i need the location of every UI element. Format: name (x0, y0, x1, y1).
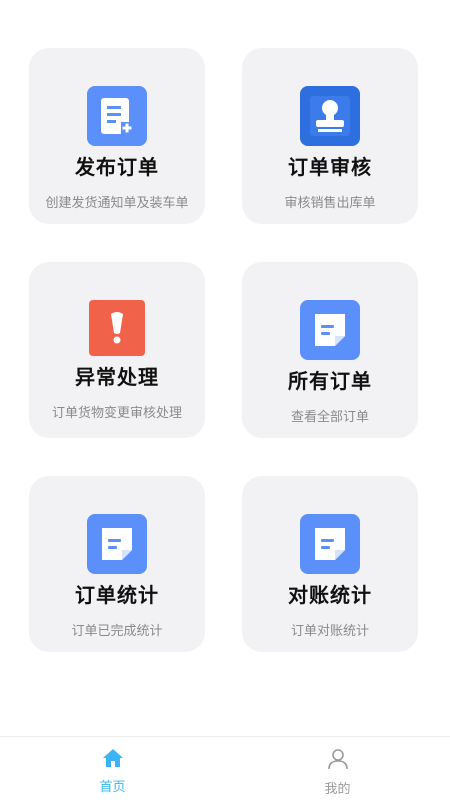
home-icon (102, 748, 124, 772)
home-page: 发布订单 创建发货通知单及装车单 订单审核 审核销售出库单 异常处理 订单货物变… (0, 0, 450, 800)
card-title: 异常处理 (75, 365, 159, 389)
card-title: 订单统计 (75, 583, 159, 607)
note-icon (87, 514, 147, 574)
card-title: 订单审核 (288, 155, 372, 179)
card-reconciliation-statistics[interactable]: 对账统计 订单对账统计 (242, 476, 418, 652)
tab-label: 我的 (324, 782, 351, 797)
note-icon (300, 514, 360, 574)
card-description: 订单对账统计 (290, 624, 369, 639)
exclamation-icon (89, 300, 145, 356)
note-icon (300, 300, 360, 360)
stamp-icon (300, 86, 360, 146)
card-title: 发布订单 (75, 155, 159, 179)
tab-profile[interactable]: 我的 (225, 737, 450, 800)
card-description: 订单已完成统计 (71, 624, 163, 639)
card-publish-order[interactable]: 发布订单 创建发货通知单及装车单 (29, 48, 205, 224)
card-description: 创建发货通知单及装车单 (45, 196, 189, 211)
tab-label: 首页 (99, 780, 126, 795)
card-description: 审核销售出库单 (284, 196, 376, 211)
card-order-review[interactable]: 订单审核 审核销售出库单 (242, 48, 418, 224)
card-description: 查看全部订单 (290, 410, 369, 425)
bottom-tab-bar: 首页 我的 (0, 736, 450, 800)
card-exception-handling[interactable]: 异常处理 订单货物变更审核处理 (29, 262, 205, 438)
card-all-orders[interactable]: 所有订单 查看全部订单 (242, 262, 418, 438)
card-title: 对账统计 (288, 583, 372, 607)
card-description: 订单货物变更审核处理 (51, 406, 182, 421)
card-order-statistics[interactable]: 订单统计 订单已完成统计 (29, 476, 205, 652)
user-icon (327, 748, 349, 774)
tab-home[interactable]: 首页 (0, 737, 225, 800)
document-add-icon (87, 86, 147, 146)
card-title: 所有订单 (288, 369, 372, 393)
